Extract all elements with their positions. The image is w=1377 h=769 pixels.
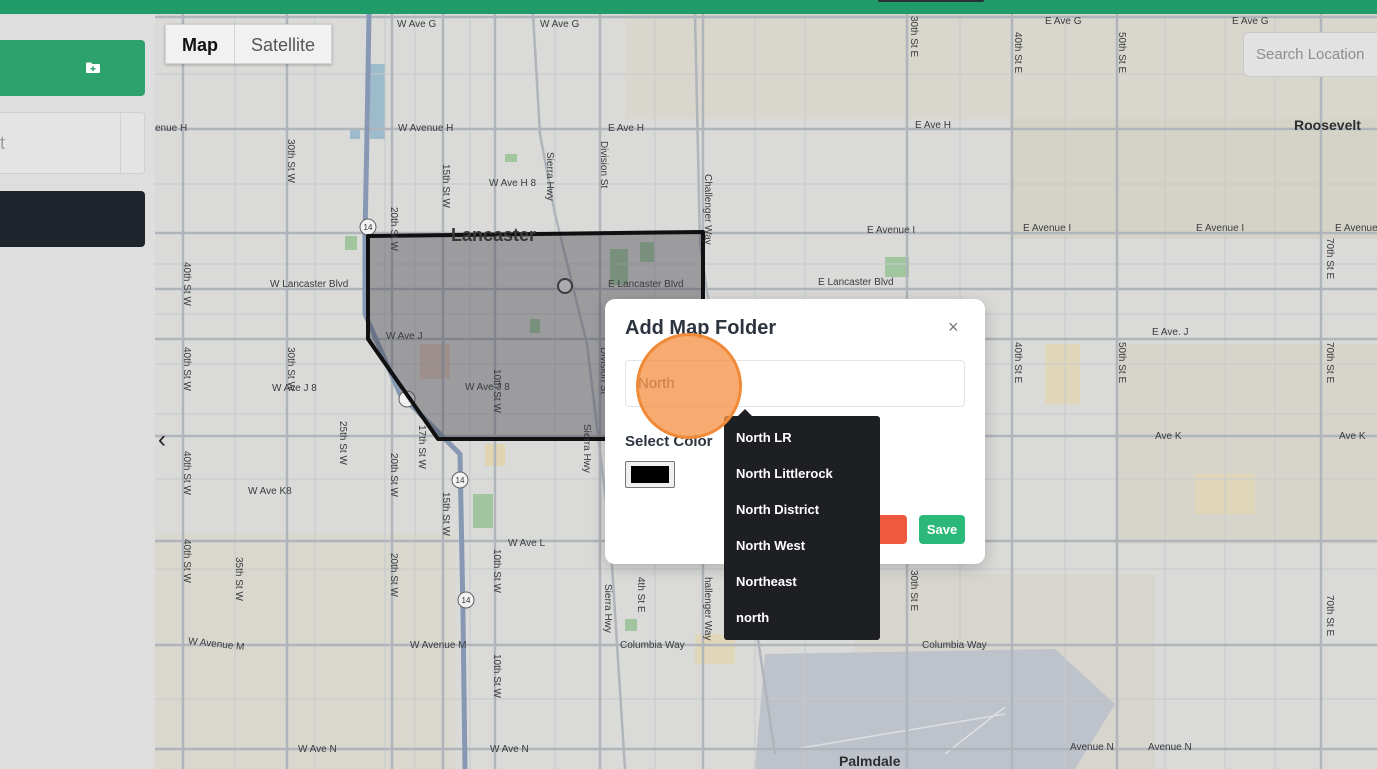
road-label: 70th St E: [1324, 342, 1335, 384]
road-label: Ave K: [1155, 431, 1182, 442]
road-label: Ave K: [1339, 431, 1366, 442]
road-label: Sierra Hwy: [602, 584, 613, 633]
road-label: E Avenue I: [1196, 223, 1245, 234]
map-type-map-tab[interactable]: Map: [166, 25, 235, 63]
road-label: E Ave G: [1232, 16, 1269, 27]
road-label: W Ave J 8: [465, 382, 510, 393]
road-label: 70th St E: [1324, 238, 1335, 280]
sidebar-input-placeholder: t: [0, 133, 6, 153]
road-label: 40th St E: [1012, 32, 1023, 74]
road-label: enue H: [155, 123, 188, 134]
road-label: 4th St E: [635, 577, 646, 613]
map-type-satellite-tab[interactable]: Satellite: [235, 25, 331, 63]
dark-action-button[interactable]: [0, 191, 145, 247]
road-label: 70th St E: [1324, 595, 1335, 637]
road-label: E Ave. J: [1152, 327, 1189, 338]
color-swatch: [631, 466, 669, 483]
map-type-control: Map Satellite: [165, 24, 333, 64]
road-label: Challenger Way: [702, 174, 713, 245]
svg-text:14: 14: [462, 596, 471, 605]
road-label: 40th St W: [181, 539, 192, 583]
road-label: 20th St W: [388, 207, 399, 251]
road-label: 50th St E: [1116, 342, 1127, 384]
chevron-left-icon[interactable]: ‹: [158, 428, 174, 452]
road-label: 17th St W: [416, 425, 427, 469]
road-label: 10th St W: [491, 549, 502, 593]
road-label: W Ave G: [540, 19, 580, 30]
road-label: 40th St W: [181, 451, 192, 495]
close-icon[interactable]: ×: [948, 317, 959, 338]
city-label: Palmdale: [839, 753, 901, 769]
road-label: 15th St W: [440, 164, 451, 208]
folder-plus-icon: [86, 62, 100, 73]
road-label: E Ave G: [1045, 16, 1082, 27]
road-label: Sierra Hwy: [581, 424, 592, 473]
city-label: Roosevelt: [1294, 117, 1361, 133]
search-location-input[interactable]: Search Location: [1243, 32, 1377, 77]
road-label: 20th St W: [388, 453, 399, 497]
road-label: E Avenue I: [867, 225, 916, 236]
road-label: W Ave G: [397, 19, 437, 30]
autocomplete-dropdown: North LR North Littlerock North District…: [724, 409, 880, 640]
suggestion-item[interactable]: north: [724, 600, 880, 636]
road-label: Avenue N: [1070, 742, 1114, 753]
road-label: 15th St W: [440, 492, 451, 536]
road-label: 40th St W: [181, 347, 192, 391]
road-label: Columbia Way: [922, 640, 987, 651]
road-label: E Lancaster Blvd: [818, 277, 894, 288]
svg-text:14: 14: [364, 223, 373, 232]
road-label: E Ave H: [915, 120, 951, 131]
city-label: Lancaster: [451, 225, 537, 245]
road-label: 25th St W: [337, 421, 348, 465]
road-label: 30th St E: [908, 16, 919, 58]
color-picker[interactable]: [625, 461, 675, 488]
road-label: Avenue N: [1148, 742, 1192, 753]
sidebar-search-input[interactable]: t: [0, 112, 145, 174]
road-label: hallenger Way: [702, 577, 713, 641]
road-label: Sierra Hwy: [544, 152, 555, 201]
suggestion-item[interactable]: North West: [724, 528, 880, 564]
road-label: W Ave H 8: [489, 178, 537, 189]
road-label: 30th St E: [908, 570, 919, 612]
road-label: E Lancaster Blvd: [608, 279, 684, 290]
road-label: 40th St E: [1012, 342, 1023, 384]
road-label: 40th St W: [181, 262, 192, 306]
road-label: E Avenue I: [1335, 223, 1377, 234]
road-label: W Avenue H: [398, 123, 454, 134]
road-label: W Ave L: [508, 538, 546, 549]
road-label: E Ave H: [608, 123, 644, 134]
road-label: 10th St W: [491, 369, 502, 413]
suggestion-item[interactable]: North Littlerock: [724, 456, 880, 492]
road-label: Division St: [598, 141, 609, 189]
add-folder-button[interactable]: [0, 40, 145, 96]
top-bar-tab[interactable]: [878, 0, 984, 2]
suggestion-item[interactable]: North LR: [724, 420, 880, 456]
top-app-bar: [0, 0, 1377, 14]
road-label: W Ave K8: [248, 486, 292, 497]
road-label: W Lancaster Blvd: [270, 279, 349, 290]
road-label: W Ave J: [386, 331, 423, 342]
dropdown-caret: [738, 409, 752, 416]
road-label: 50th St E: [1116, 32, 1127, 74]
road-label: 30th St W: [285, 139, 296, 183]
road-label: 30th St W: [285, 347, 296, 391]
road-label: 20th St W: [388, 553, 399, 597]
road-label: 10th St W: [491, 654, 502, 698]
click-highlight: [636, 333, 742, 439]
road-label: E Avenue I: [1023, 223, 1072, 234]
road-label: W Ave N: [298, 744, 337, 755]
input-divider: [120, 113, 121, 173]
suggestion-item[interactable]: North District: [724, 492, 880, 528]
road-label: 35th St W: [233, 557, 244, 601]
save-button[interactable]: Save: [919, 515, 965, 544]
road-label: W Ave N: [490, 744, 529, 755]
road-label: W Avenue M: [410, 640, 467, 651]
road-label: Columbia Way: [620, 640, 685, 651]
suggestion-item[interactable]: Northeast: [724, 564, 880, 600]
svg-text:14: 14: [456, 476, 465, 485]
